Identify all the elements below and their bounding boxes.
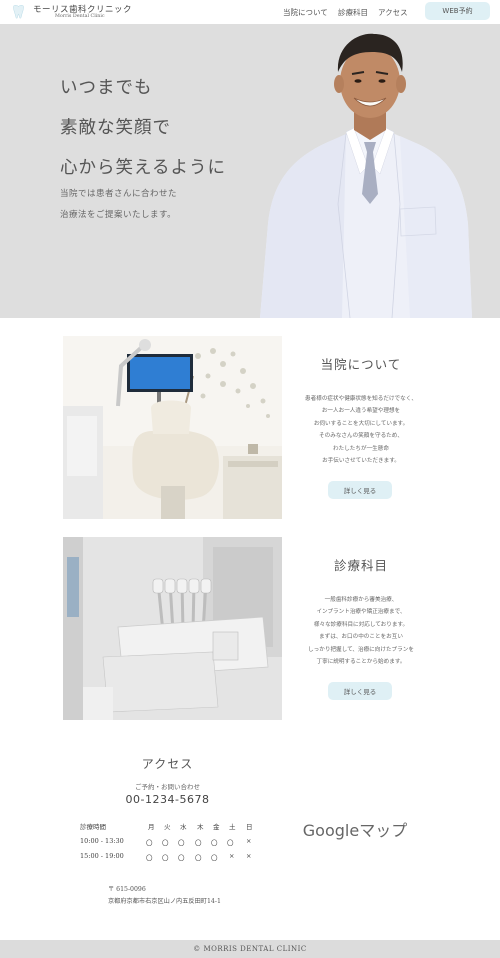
address: 京都府京都市右京区山ノ内五反田町14-1 <box>108 898 221 905</box>
tooth-logo-icon <box>13 4 24 19</box>
day-header: 木 <box>197 823 204 831</box>
services-text-line: まずは、お口の中のことをお互い <box>319 634 403 641</box>
services-title: 診療科目 <box>333 558 388 573</box>
services-text: 一般歯科診療から審美治療、 インプラント治療や矯正治療まで、 様々な診療科目に対… <box>286 594 436 668</box>
hours-mark: 〇 <box>195 854 202 862</box>
services-text-line: 丁寧に説明することから始めます。 <box>316 659 406 666</box>
clinic-treatment-room-photo <box>63 336 282 519</box>
about-more-button[interactable]: 詳しく見る <box>328 481 392 499</box>
contact-label: ご予約・お問い合わせ <box>135 783 200 791</box>
nav-about-link[interactable]: 当院について <box>283 7 328 18</box>
about-text: 患者様の症状や健康状態を知るだけでなく、 お一人お一人違う希望や理想を お伺いす… <box>286 393 436 467</box>
hours-header-label: 診療時間 <box>80 823 106 831</box>
about-text-line: お伺いすることを大切にしています。 <box>313 420 409 427</box>
hours-mark: × <box>246 837 252 845</box>
hours-mark: 〇 <box>162 839 169 847</box>
hero-subtitle-line: 治療法をご提案いたします。 <box>60 210 177 220</box>
about-text-line: お手伝いさせていただきます。 <box>322 458 400 465</box>
hours-mark: × <box>229 852 235 860</box>
nav-services-link[interactable]: 診療科目 <box>338 7 368 18</box>
hours-mark: 〇 <box>211 839 218 847</box>
hours-mark: 〇 <box>178 839 185 847</box>
services-more-button[interactable]: 詳しく見る <box>328 682 392 700</box>
footer-copyright: © MORRIS DENTAL CLINIC <box>0 940 500 958</box>
services-text-line: インプラント治療や矯正治療まで、 <box>316 609 406 616</box>
hours-time-label: 10:00 - 13:30 <box>80 837 124 845</box>
hours-mark: 〇 <box>211 854 218 862</box>
services-text-line: 様々な診療科目に対応しております。 <box>313 621 409 628</box>
hours-mark: 〇 <box>146 854 153 862</box>
hero-title-line: いつまでも <box>60 78 153 98</box>
dentist-photo <box>260 33 472 318</box>
services-text-line: しっかり把握して、治療に向けたプランを <box>308 646 414 653</box>
day-header: 金 <box>213 823 220 831</box>
day-header: 土 <box>229 823 236 831</box>
hero-subtitle-line: 当院では患者さんに合わせた <box>60 189 178 199</box>
hours-mark: 〇 <box>227 839 234 847</box>
about-text-line: わたしたちが一生懸命 <box>333 445 389 452</box>
logo-subtitle: Morris Dental Clinic <box>55 14 105 19</box>
hero-title: いつまでも 素敵な笑顔で 心から笑えるように <box>60 68 250 188</box>
hero-title-line: 素敵な笑顔で <box>60 118 171 138</box>
dental-equipment-photo <box>63 537 282 720</box>
hours-mark: × <box>246 852 252 860</box>
day-header: 日 <box>246 823 253 831</box>
day-header: 月 <box>148 823 155 831</box>
hero-subtitle: 当院では患者さんに合わせた 治療法をご提案いたします。 <box>60 184 177 226</box>
postal-code: 〒 615-0096 <box>108 886 146 893</box>
phone-number[interactable]: 00-1234-5678 <box>110 793 225 806</box>
hero-section: いつまでも 素敵な笑顔で 心から笑えるように 当院では患者さんに合わせた 治療法… <box>0 24 500 318</box>
about-text-line: 患者様の症状や健康状態を知るだけでなく、 <box>305 396 417 402</box>
about-text-line: そのみなさんの笑顔を守るため、 <box>319 433 403 440</box>
hours-time-label: 15:00 - 19:00 <box>80 852 124 860</box>
hero-title-line: 心から笑えるように <box>60 158 226 178</box>
google-map-placeholder[interactable]: Googleマップ <box>290 817 420 841</box>
site-header: モーリス歯科クリニック Morris Dental Clinic 当院について … <box>0 0 500 24</box>
hours-mark: 〇 <box>146 839 153 847</box>
web-reservation-button[interactable]: WEB予約 <box>425 2 490 20</box>
access-title: アクセス <box>141 757 194 771</box>
day-header: 水 <box>180 823 187 831</box>
about-title: 当院について <box>320 357 402 372</box>
about-text-line: お一人お一人違う希望や理想を <box>321 408 401 415</box>
services-text-line: 一般歯科診療から審美治療、 <box>324 597 398 603</box>
hours-mark: 〇 <box>162 854 169 862</box>
nav-access-link[interactable]: アクセス <box>378 7 408 18</box>
hours-mark: 〇 <box>178 854 185 862</box>
day-header: 火 <box>164 823 171 831</box>
hours-mark: 〇 <box>195 839 202 847</box>
